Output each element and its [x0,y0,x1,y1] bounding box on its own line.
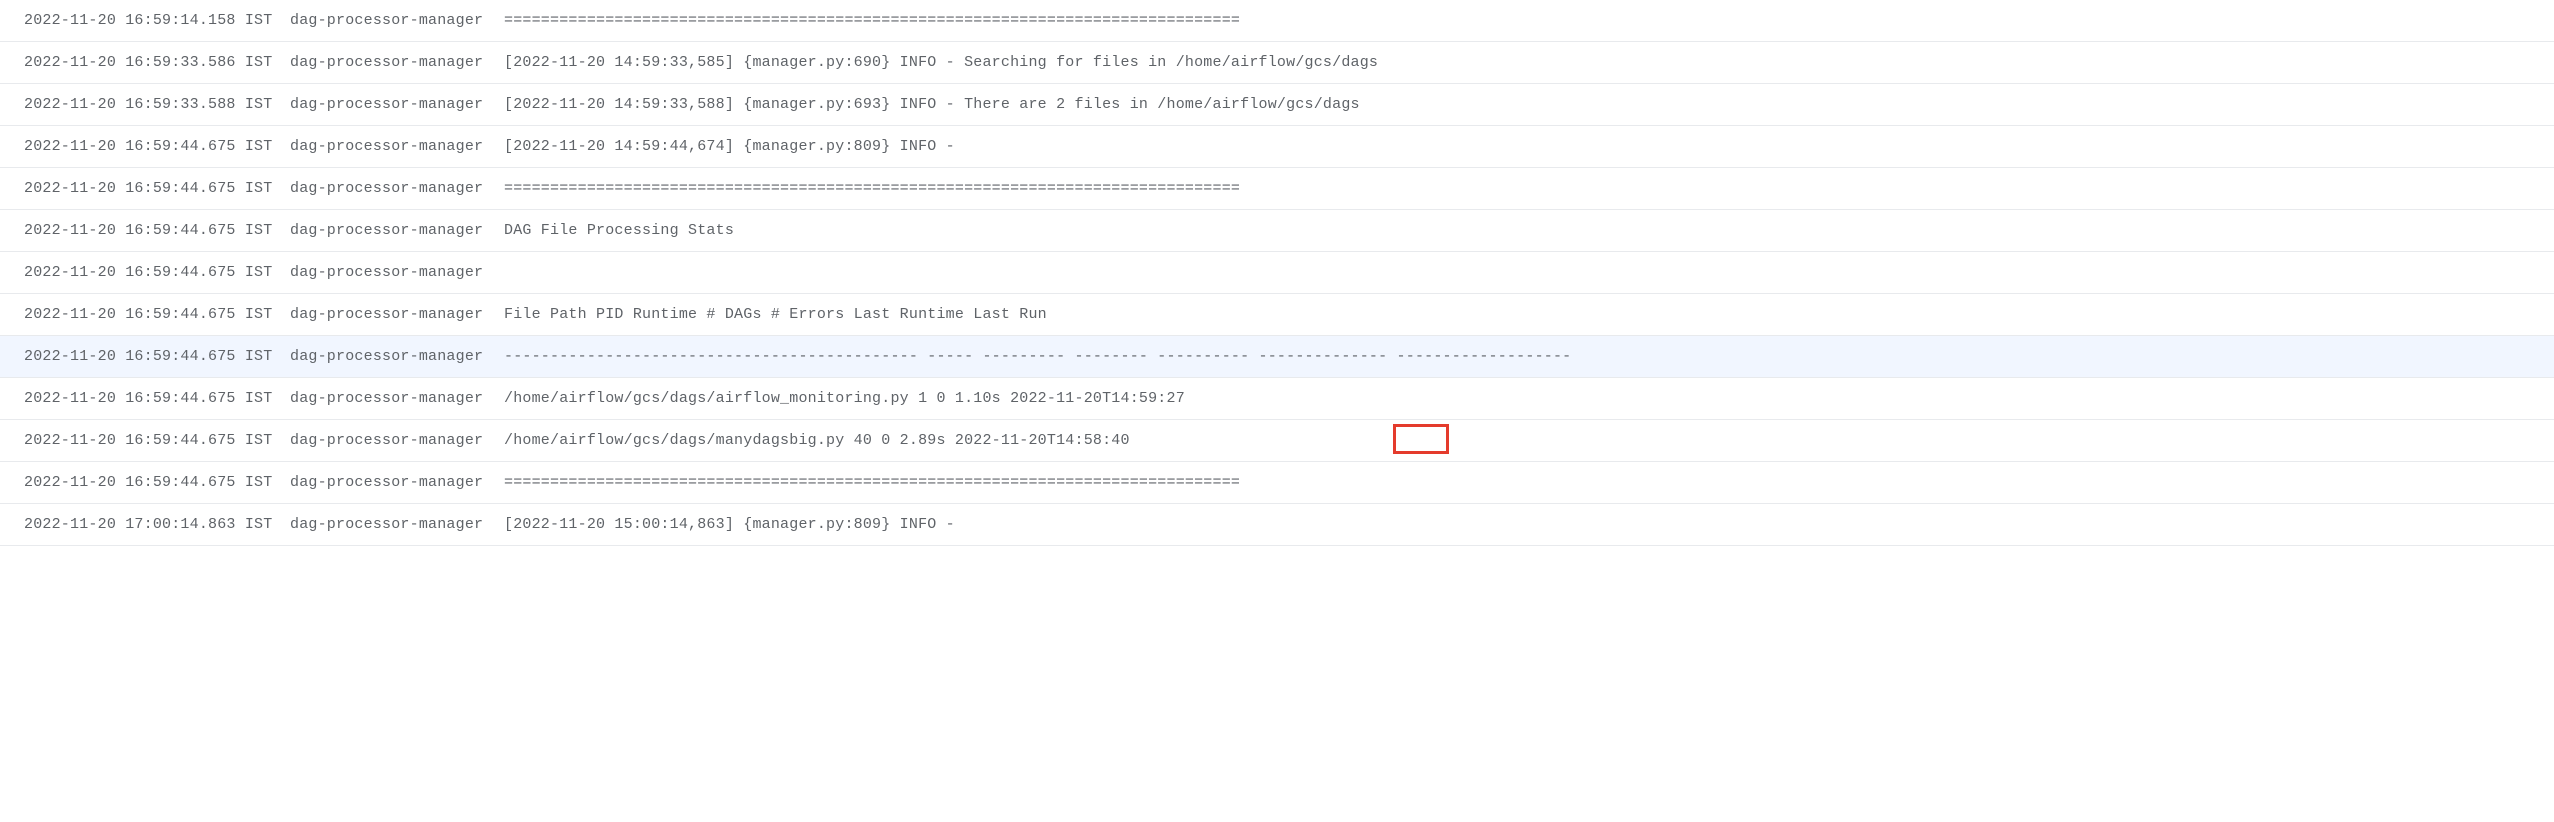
log-source: dag-processor-manager [290,210,504,252]
log-message: /home/airflow/gcs/dags/airflow_monitorin… [504,378,2554,420]
log-message: ========================================… [504,0,2554,42]
log-source: dag-processor-manager [290,462,504,504]
log-message: DAG File Processing Stats [504,210,2554,252]
log-source: dag-processor-manager [290,504,504,546]
log-row[interactable]: 2022-11-20 16:59:44.675 ISTdag-processor… [0,420,2554,462]
log-row[interactable]: 2022-11-20 17:00:14.863 ISTdag-processor… [0,504,2554,546]
log-timestamp: 2022-11-20 16:59:33.588 IST [0,84,290,126]
log-source: dag-processor-manager [290,420,504,462]
log-source: dag-processor-manager [290,84,504,126]
log-row[interactable]: 2022-11-20 16:59:44.675 ISTdag-processor… [0,336,2554,378]
log-row[interactable]: 2022-11-20 16:59:44.675 ISTdag-processor… [0,168,2554,210]
log-source: dag-processor-manager [290,0,504,42]
log-timestamp: 2022-11-20 17:00:14.863 IST [0,504,290,546]
log-source: dag-processor-manager [290,336,504,378]
log-timestamp: 2022-11-20 16:59:44.675 IST [0,252,290,294]
log-timestamp: 2022-11-20 16:59:44.675 IST [0,336,290,378]
log-message: File Path PID Runtime # DAGs # Errors La… [504,294,2554,336]
log-message: [2022-11-20 14:59:44,674] {manager.py:80… [504,126,2554,168]
log-row[interactable]: 2022-11-20 16:59:44.675 ISTdag-processor… [0,126,2554,168]
log-timestamp: 2022-11-20 16:59:44.675 IST [0,168,290,210]
log-row[interactable]: 2022-11-20 16:59:44.675 ISTdag-processor… [0,252,2554,294]
log-timestamp: 2022-11-20 16:59:44.675 IST [0,378,290,420]
log-timestamp: 2022-11-20 16:59:14.158 IST [0,0,290,42]
log-source: dag-processor-manager [290,126,504,168]
log-source: dag-processor-manager [290,252,504,294]
log-timestamp: 2022-11-20 16:59:44.675 IST [0,462,290,504]
log-message: [2022-11-20 15:00:14,863] {manager.py:80… [504,504,2554,546]
log-timestamp: 2022-11-20 16:59:44.675 IST [0,126,290,168]
log-row[interactable]: 2022-11-20 16:59:14.158 ISTdag-processor… [0,0,2554,42]
log-row[interactable]: 2022-11-20 16:59:44.675 ISTdag-processor… [0,294,2554,336]
log-message [504,252,2554,294]
log-message: [2022-11-20 14:59:33,588] {manager.py:69… [504,84,2554,126]
log-message: ========================================… [504,462,2554,504]
log-timestamp: 2022-11-20 16:59:33.586 IST [0,42,290,84]
log-timestamp: 2022-11-20 16:59:44.675 IST [0,210,290,252]
log-row[interactable]: 2022-11-20 16:59:44.675 ISTdag-processor… [0,210,2554,252]
log-table: 2022-11-20 16:59:14.158 ISTdag-processor… [0,0,2554,546]
log-source: dag-processor-manager [290,294,504,336]
log-row[interactable]: 2022-11-20 16:59:44.675 ISTdag-processor… [0,378,2554,420]
log-timestamp: 2022-11-20 16:59:44.675 IST [0,294,290,336]
log-source: dag-processor-manager [290,378,504,420]
log-source: dag-processor-manager [290,42,504,84]
log-message: /home/airflow/gcs/dags/manydagsbig.py 40… [504,420,2554,462]
log-row[interactable]: 2022-11-20 16:59:33.588 ISTdag-processor… [0,84,2554,126]
log-message: ----------------------------------------… [504,336,2554,378]
log-message: ========================================… [504,168,2554,210]
log-timestamp: 2022-11-20 16:59:44.675 IST [0,420,290,462]
log-source: dag-processor-manager [290,168,504,210]
log-message: [2022-11-20 14:59:33,585] {manager.py:69… [504,42,2554,84]
log-row[interactable]: 2022-11-20 16:59:44.675 ISTdag-processor… [0,462,2554,504]
highlight-box [1393,424,1449,454]
log-row[interactable]: 2022-11-20 16:59:33.586 ISTdag-processor… [0,42,2554,84]
